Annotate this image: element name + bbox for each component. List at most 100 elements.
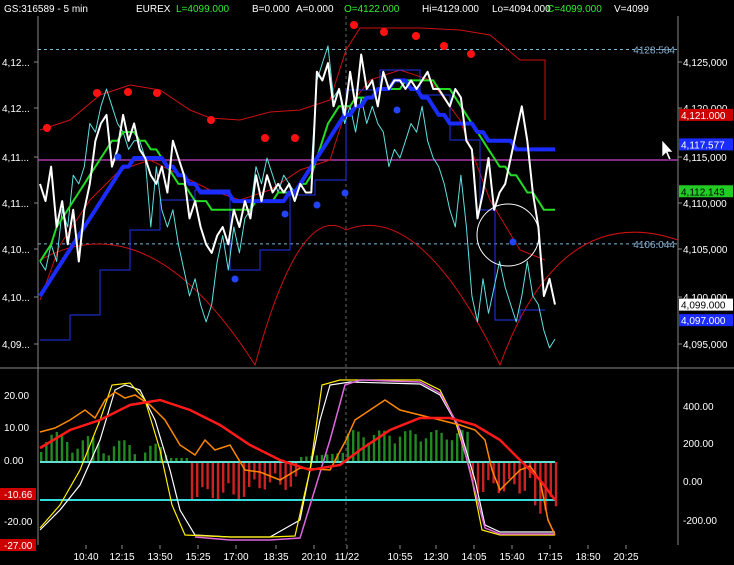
indicator-left-tick: -20.00 xyxy=(4,517,33,528)
indicator-left-tick: -27.00 xyxy=(4,541,33,552)
histogram-bar xyxy=(357,431,360,462)
histogram-bar xyxy=(237,462,240,500)
histogram-bar xyxy=(518,462,521,494)
header-last: L=4099.000 xyxy=(176,4,230,15)
histogram-bar xyxy=(66,441,69,462)
histogram-bar xyxy=(211,462,214,499)
histogram-bar xyxy=(445,439,448,462)
sell-signal-dot xyxy=(350,21,358,29)
time-tick-label: 11/22 xyxy=(335,552,360,563)
price-left-tick: 4,11... xyxy=(2,153,29,164)
value-tag-text: 4,121.000 xyxy=(681,111,726,122)
histogram-bar xyxy=(76,448,79,462)
header-exchange: EUREX xyxy=(136,4,171,15)
histogram-bar xyxy=(128,445,131,462)
reference-label: 4128.584 xyxy=(633,45,675,56)
sell-signal-dot xyxy=(440,42,448,50)
header-low: Lo=4094.000 xyxy=(492,4,551,15)
histogram-bar xyxy=(534,462,537,506)
buy-signal-dot xyxy=(341,189,349,197)
header-high: Hi=4129.000 xyxy=(422,4,479,15)
time-tick-label: 12:30 xyxy=(423,552,448,563)
histogram-bar xyxy=(71,452,74,462)
header-symbol: GS:316589 - 5 min xyxy=(4,4,88,15)
indicator-right-tick: 200.00 xyxy=(683,439,714,450)
histogram-bar xyxy=(232,462,235,495)
histogram-bar xyxy=(248,462,251,487)
sell-signal-dot xyxy=(412,32,420,40)
header-close: C=4099.000 xyxy=(547,4,602,15)
value-tag-text: 4,117.577 xyxy=(681,140,725,151)
histogram-bar xyxy=(258,462,261,489)
sell-signal-dot xyxy=(380,28,388,36)
histogram-bar xyxy=(201,462,204,488)
time-tick-label: 14:05 xyxy=(461,552,486,563)
sell-signal-dot xyxy=(124,88,132,96)
time-tick-label: 17:15 xyxy=(537,552,562,563)
histogram-bar xyxy=(450,440,454,462)
sell-signal-dot xyxy=(207,116,215,124)
header-volume: V=4099 xyxy=(614,4,649,15)
histogram-bar xyxy=(398,436,402,462)
value-tag-text: 4,099.000 xyxy=(681,301,726,312)
histogram-bar xyxy=(154,443,157,462)
buy-signal-dot xyxy=(313,201,321,209)
histogram-bar xyxy=(487,462,490,481)
histogram-bar xyxy=(331,453,334,462)
histogram-bar xyxy=(196,462,199,498)
histogram-bar xyxy=(263,462,266,490)
sell-signal-dot xyxy=(93,89,101,97)
histogram-bar xyxy=(81,440,84,462)
histogram-bar xyxy=(430,432,433,462)
price-left-tick: 4,09... xyxy=(2,340,30,351)
histogram-bar xyxy=(149,445,152,462)
buy-signal-dot xyxy=(114,153,122,161)
indicator-right-tick: 0.00 xyxy=(683,477,703,488)
histogram-bar xyxy=(435,430,438,462)
time-tick-label: 20:10 xyxy=(301,552,326,563)
histogram-bar xyxy=(440,432,443,462)
histogram-bar xyxy=(326,454,329,462)
histogram-bar xyxy=(60,434,64,462)
histogram-bar xyxy=(404,431,407,462)
buy-signal-dot xyxy=(281,210,289,218)
histogram-bar xyxy=(216,462,220,500)
histogram-bar xyxy=(118,440,121,462)
histogram-bar xyxy=(508,462,511,480)
trading-chart[interactable]: GS:316589 - 5 min EUREX L=4099.000 B=0.0… xyxy=(0,0,734,565)
time-tick-label: 13:50 xyxy=(147,552,172,563)
histogram-bar xyxy=(341,452,344,462)
time-tick-label: 20:25 xyxy=(613,552,638,563)
histogram-bar xyxy=(144,452,147,462)
time-tick-label: 10:55 xyxy=(387,552,412,563)
histogram-bar xyxy=(419,441,422,462)
price-right-tick: 4,105,000 xyxy=(683,245,728,256)
histogram-bar xyxy=(222,462,225,493)
buy-signal-dot xyxy=(393,106,401,114)
price-right-tick: 4,125,000 xyxy=(683,58,728,69)
value-tag-text: 4,097.000 xyxy=(681,316,726,327)
histogram-bar xyxy=(482,462,485,492)
header-ask: A=0.000 xyxy=(296,4,334,15)
time-tick-label: 18:50 xyxy=(575,552,600,563)
histogram-bar xyxy=(393,443,396,462)
price-left-tick: 4,12... xyxy=(2,104,30,115)
histogram-bar xyxy=(50,434,53,462)
price-right-tick: 4,095,000 xyxy=(683,340,728,351)
time-tick-label: 17:00 xyxy=(223,552,248,563)
histogram-bar xyxy=(409,430,412,462)
price-left-tick: 4,10... xyxy=(2,293,30,304)
price-left-tick: 4,10... xyxy=(2,245,30,256)
histogram-bar xyxy=(112,446,116,462)
header-bid: B=0.000 xyxy=(252,4,290,15)
histogram-bar xyxy=(133,454,136,462)
header-open: O=4122.000 xyxy=(344,4,400,15)
value-tag-text: 4,112.143 xyxy=(681,187,725,198)
buy-signal-dot xyxy=(509,238,517,246)
histogram-bar xyxy=(190,462,194,500)
histogram-bar xyxy=(513,462,516,485)
price-left-tick: 4,11... xyxy=(2,199,29,210)
price-left-tick: 4,12... xyxy=(2,58,30,69)
indicator-right-tick: -200.00 xyxy=(683,516,717,527)
indicator-left-tick: 0.00 xyxy=(4,456,24,467)
